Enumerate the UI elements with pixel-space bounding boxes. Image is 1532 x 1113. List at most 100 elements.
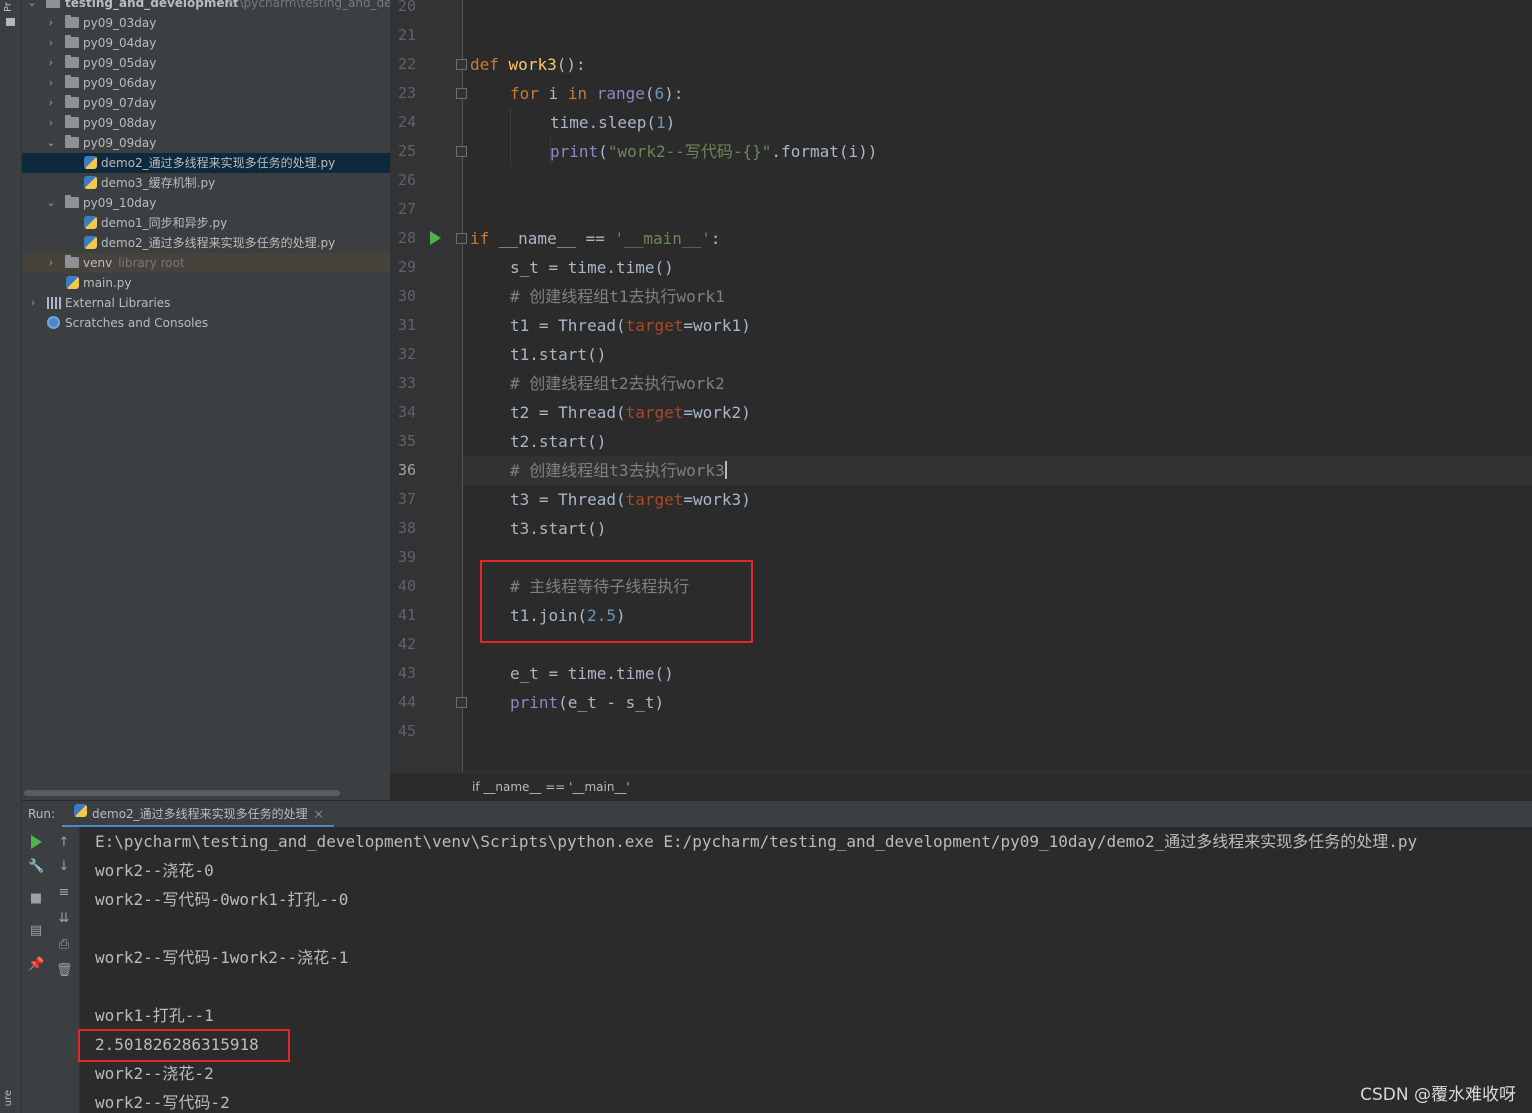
line-number: 32 [397, 345, 416, 363]
chevron-down-icon[interactable]: ⌄ [45, 133, 57, 153]
line-number: 38 [397, 519, 416, 537]
folder-icon [65, 195, 79, 208]
soft-wrap-icon[interactable]: ≡ [56, 885, 72, 901]
chevron-down-icon[interactable]: ⌄ [45, 193, 57, 213]
folder-icon [65, 95, 79, 108]
tree-item-label: Scratches and Consoles [65, 316, 209, 330]
line-number: 24 [397, 113, 416, 131]
chevron-right-icon[interactable]: › [45, 53, 57, 73]
arrow-up-icon[interactable]: ↑ [56, 835, 72, 851]
code-text: t1 = Thread( [510, 316, 626, 335]
project-tool-window-label[interactable]: Pr [3, 2, 19, 12]
chevron-right-icon[interactable]: › [45, 13, 57, 33]
code-line-44: print(e_t - s_t) [510, 688, 664, 717]
tree-item-demo2[interactable]: demo2_通过多线程来实现多任务的处理.py [22, 233, 390, 253]
line-number: 44 [397, 693, 416, 711]
code-text: ( [644, 84, 655, 103]
chevron-right-icon[interactable]: › [45, 93, 57, 113]
builtin: print [510, 693, 559, 712]
stop-icon[interactable]: ■ [28, 891, 44, 907]
python-file-icon [84, 176, 97, 189]
fold-marker-icon[interactable] [456, 697, 467, 708]
chevron-right-icon[interactable]: › [45, 113, 57, 133]
tree-item-main-py[interactable]: main.py [22, 273, 390, 293]
rerun-icon[interactable] [31, 835, 42, 849]
scroll-to-end-icon[interactable]: ⇊ [56, 911, 72, 927]
code-text: time.sleep( [550, 113, 656, 132]
chevron-right-icon[interactable]: › [27, 293, 39, 313]
line-number: 35 [397, 432, 416, 450]
close-icon[interactable]: × [314, 807, 324, 821]
code-line-31: t1 = Thread(target=work1) [510, 311, 751, 340]
breadcrumb[interactable]: if __name__ == '__main__' [390, 772, 1532, 800]
keyword: if [470, 229, 490, 248]
chevron-right-icon[interactable]: › [45, 33, 57, 53]
tree-item-scratches[interactable]: Scratches and Consoles [22, 313, 390, 333]
code-text: : [710, 229, 721, 248]
chevron-right-icon[interactable]: › [45, 253, 57, 273]
tree-item-py09-10day[interactable]: ⌄ py09_10day [22, 193, 390, 213]
run-toolbar-secondary: ↑ ↓ ≡ ⇊ ⎙ 🗑 [50, 827, 80, 1113]
tree-item-external-libraries[interactable]: › External Libraries [22, 293, 390, 313]
run-panel-header: Run: demo2_通过多线程来实现多任务的处理 × [22, 800, 1532, 828]
tree-root[interactable]: ⌄ testing_and_development E:\pycharm\tes… [22, 0, 390, 13]
tree-item-label: py09_10day [83, 196, 157, 210]
line-number: 41 [397, 606, 416, 624]
tree-item-label: venv [83, 256, 113, 270]
code-line-28: if __name__ == '__main__': [470, 224, 720, 253]
tree-item-py09-03day[interactable]: › py09_03day [22, 13, 390, 33]
tree-item-label: main.py [83, 276, 132, 290]
code-line-24: time.sleep(1) [550, 108, 675, 137]
project-folder-icon[interactable] [6, 18, 15, 26]
tree-item-py09-05day[interactable]: › py09_05day [22, 53, 390, 73]
line-number: 22 [397, 55, 416, 73]
folder-icon [65, 15, 79, 28]
code-text: __name__ == [489, 229, 615, 248]
console-line: work2--浇花-2 [95, 1064, 214, 1083]
keyword: def [470, 55, 499, 74]
wrench-icon[interactable]: 🔧 [28, 859, 44, 875]
tree-item-py09-06day[interactable]: › py09_06day [22, 73, 390, 93]
code-editor[interactable]: 20 21 22 23 24 25 26 27 28 29 30 31 32 3… [390, 0, 1532, 800]
code-text: (): [556, 55, 586, 74]
function-name: work3 [508, 55, 557, 74]
code-text: .format(i)) [771, 142, 878, 161]
tree-item-py09-04day[interactable]: › py09_04day [22, 33, 390, 53]
chevron-right-icon[interactable]: › [45, 73, 57, 93]
tree-item-label: py09_08day [83, 116, 157, 130]
line-number: 26 [397, 171, 416, 189]
tree-item-py09-07day[interactable]: › py09_07day [22, 93, 390, 113]
folder-icon [65, 135, 79, 148]
keyword: for [510, 84, 539, 103]
tree-item-demo1[interactable]: demo1_同步和异步.py [22, 213, 390, 233]
run-gutter-icon[interactable] [430, 231, 441, 245]
fold-marker-icon[interactable] [456, 88, 467, 99]
console-output[interactable]: E:\pycharm\testing_and_development\venv\… [78, 827, 1532, 1113]
editor-gutter[interactable]: 20 21 22 23 24 25 26 27 28 29 30 31 32 3… [390, 0, 462, 772]
print-icon[interactable]: ⎙ [56, 937, 72, 953]
tree-item-venv[interactable]: › venv library root [22, 253, 390, 273]
watermark: CSDN @覆水难收呀 [1360, 1085, 1516, 1105]
pin-icon[interactable]: 📌 [28, 957, 44, 973]
run-toolbar-primary: 🔧 ■ ▤ 📌 [22, 827, 50, 1113]
keyword: in [567, 84, 588, 103]
folder-icon [65, 75, 79, 88]
trash-icon[interactable]: 🗑 [56, 963, 73, 979]
tree-item-demo2-selected[interactable]: demo2_通过多线程来实现多任务的处理.py [22, 153, 390, 173]
layout-icon[interactable]: ▤ [28, 923, 44, 939]
fold-marker-icon[interactable] [456, 146, 467, 157]
chevron-down-icon[interactable]: ⌄ [26, 0, 38, 13]
tree-item-py09-09day[interactable]: ⌄ py09_09day [22, 133, 390, 153]
code-line-32: t1.start() [510, 345, 607, 364]
run-tab[interactable]: demo2_通过多线程来实现多任务的处理 × [62, 801, 334, 828]
tree-item-label: py09_09day [83, 136, 157, 150]
breadcrumb-item[interactable]: if __name__ == '__main__' [472, 773, 630, 801]
fold-marker-icon[interactable] [456, 59, 467, 70]
tree-item-py09-08day[interactable]: › py09_08day [22, 113, 390, 133]
arrow-down-icon[interactable]: ↓ [56, 859, 72, 875]
fold-marker-icon[interactable] [456, 233, 467, 244]
project-horizontal-scrollbar[interactable] [24, 790, 340, 796]
structure-tool-window-label[interactable]: ure [3, 1090, 19, 1106]
run-tab-label: demo2_通过多线程来实现多任务的处理 [92, 807, 308, 821]
tree-item-demo3[interactable]: demo3_缓存机制.py [22, 173, 390, 193]
